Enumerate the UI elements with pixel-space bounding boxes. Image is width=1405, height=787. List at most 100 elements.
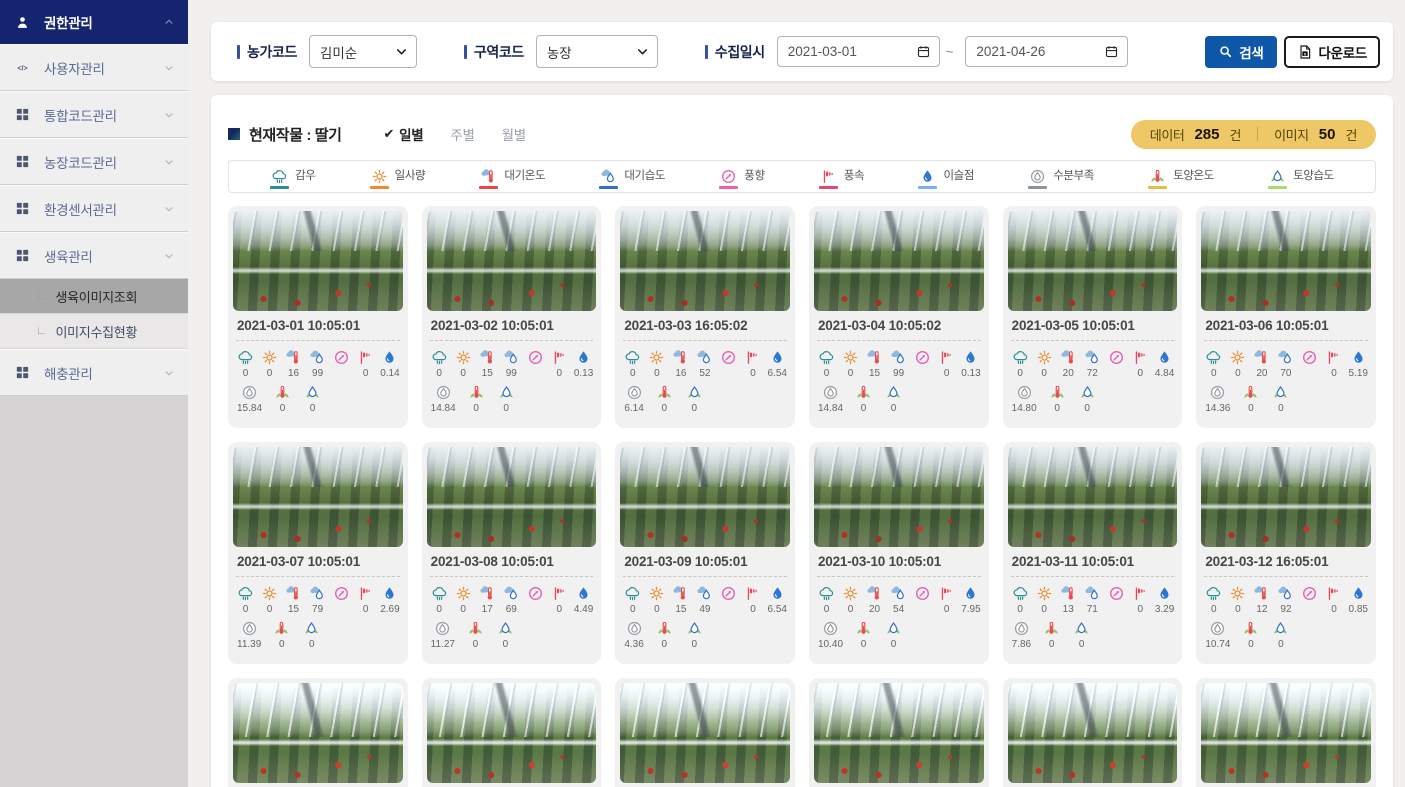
- sensor-dew: 7.95: [961, 585, 980, 615]
- greenhouse-photo[interactable]: [233, 683, 403, 783]
- greenhouse-photo[interactable]: [427, 211, 597, 311]
- legend-airtemp: 대기온도: [479, 165, 545, 189]
- airtemp-icon: [866, 585, 883, 602]
- card-divider: [817, 340, 981, 341]
- image-card: 2021-03-12 16:05:01 0 0 12 92 0 0.85 10.…: [1196, 442, 1376, 664]
- sensor-value: 49: [699, 604, 710, 615]
- sidebar-subitem-growth-image-search[interactable]: ∟ 생육이미지조회: [0, 279, 188, 314]
- sidebar-item-label: 생육관리: [44, 246, 162, 266]
- date-to-input[interactable]: 2021-04-26: [965, 36, 1128, 67]
- greenhouse-photo[interactable]: [1201, 447, 1371, 547]
- card-divider: [236, 340, 400, 341]
- moisture-icon: [241, 384, 258, 401]
- sensor-value: 0: [473, 403, 479, 414]
- sensor-value: 6.14: [624, 403, 643, 414]
- sensor-soiltemp: 0: [1241, 620, 1260, 650]
- date-to-value: 2021-04-26: [976, 44, 1104, 59]
- rain-icon: [431, 349, 448, 366]
- calendar-icon[interactable]: [1104, 44, 1119, 59]
- sidebar-item-user-management[interactable]: 사용자관리: [0, 44, 188, 91]
- legend-label: 수분부족: [1053, 167, 1094, 183]
- soiltemp-icon: [468, 384, 485, 401]
- sensor-value: 0: [630, 604, 636, 615]
- soiltemp-icon: [855, 384, 872, 401]
- greenhouse-photo[interactable]: [233, 447, 403, 547]
- moisture-icon: [1029, 168, 1046, 185]
- greenhouse-photo[interactable]: [1008, 447, 1178, 547]
- rain-icon: [431, 585, 448, 602]
- farm-code-select[interactable]: 김미순: [309, 35, 417, 68]
- moisture-icon: [1013, 620, 1030, 637]
- solar-icon: [1036, 349, 1053, 366]
- collect-date-label: 수집일시: [705, 42, 765, 62]
- winddir-icon: [720, 349, 737, 366]
- sensor-windspd: 0: [550, 349, 569, 379]
- capture-timestamp: 2021-03-09 10:05:01: [620, 547, 790, 576]
- download-button[interactable]: 다운로드: [1284, 36, 1380, 68]
- sensor-winddir: [526, 585, 545, 615]
- sensor-value: 0: [436, 604, 442, 615]
- greenhouse-photo[interactable]: [1008, 683, 1178, 783]
- date-range-separator: ~: [946, 44, 954, 59]
- dew-icon: [962, 349, 979, 366]
- sidebar-item-label: 사용자관리: [44, 58, 162, 78]
- greenhouse-photo[interactable]: [233, 211, 403, 311]
- sidebar-subitem-image-collection-status[interactable]: ∟ 이미지수집현황: [0, 314, 188, 349]
- sensor-rain: 0: [623, 349, 642, 379]
- soilhum-icon: [498, 384, 515, 401]
- card-divider: [623, 340, 787, 341]
- legend-label: 토양온도: [1173, 167, 1214, 183]
- airtemp-icon: [1253, 585, 1270, 602]
- greenhouse-photo[interactable]: [1201, 683, 1371, 783]
- greenhouse-photo[interactable]: [620, 683, 790, 783]
- sensor-moisture: 14.84: [431, 384, 456, 414]
- greenhouse-photo[interactable]: [427, 683, 597, 783]
- tab-monthly[interactable]: 월별: [502, 124, 526, 144]
- search-button[interactable]: 검색: [1205, 36, 1276, 68]
- windspd-icon: [1325, 585, 1342, 602]
- sensor-value: 54: [893, 604, 904, 615]
- tab-daily[interactable]: ✔ 일별: [384, 124, 424, 144]
- sensor-soilhum: 0: [1271, 620, 1290, 650]
- soilhum-icon: [1079, 384, 1096, 401]
- windspd-icon: [357, 585, 374, 602]
- greenhouse-photo[interactable]: [620, 211, 790, 311]
- greenhouse-photo[interactable]: [814, 447, 984, 547]
- greenhouse-photo[interactable]: [1008, 211, 1178, 311]
- greenhouse-photo[interactable]: [814, 211, 984, 311]
- sidebar-item-pest-management[interactable]: 해충관리: [0, 349, 188, 396]
- sidebar-item-growth-management[interactable]: 생육관리: [0, 232, 188, 279]
- moisture-icon: [434, 620, 451, 637]
- date-from-input[interactable]: 2021-03-01: [777, 36, 940, 67]
- greenhouse-photo[interactable]: [1201, 211, 1371, 311]
- sensor-windspd: 0: [1324, 585, 1343, 615]
- sensor-soiltemp: 0: [272, 620, 291, 650]
- sidebar-item-integrated-code-management[interactable]: 통합코드관리: [0, 91, 188, 138]
- solar-icon: [455, 349, 472, 366]
- chevron-up-icon: [162, 15, 176, 29]
- sidebar-item-env-sensor-management[interactable]: 환경센서관리: [0, 185, 188, 232]
- zone-code-select[interactable]: 농장: [536, 35, 658, 68]
- sidebar-item-farm-code-management[interactable]: 농장코드관리: [0, 138, 188, 185]
- legend-color-bar: [918, 186, 937, 189]
- sidebar-subitem-label: 생육이미지조회: [55, 287, 137, 306]
- sensor-winddir: [1300, 585, 1319, 615]
- soiltemp-icon: [1043, 620, 1060, 637]
- airhum-icon: [1277, 585, 1294, 602]
- capture-timestamp: 2021-03-03 16:05:02: [620, 311, 790, 340]
- grid-icon: [14, 364, 44, 381]
- calendar-icon[interactable]: [916, 44, 931, 59]
- tab-weekly[interactable]: 주별: [450, 124, 474, 144]
- sensor-value: 0: [1017, 368, 1023, 379]
- sensor-dew: 4.49: [574, 585, 593, 615]
- sidebar-item-permission-management[interactable]: 권한관리: [0, 0, 188, 44]
- sensor-value: 17: [482, 604, 493, 615]
- greenhouse-photo[interactable]: [814, 683, 984, 783]
- greenhouse-photo[interactable]: [427, 447, 597, 547]
- greenhouse-photo[interactable]: [620, 447, 790, 547]
- moisture-icon: [1209, 384, 1226, 401]
- airhum-icon: [309, 349, 326, 366]
- dew-icon: [1350, 349, 1367, 366]
- sensor-value: 13: [1063, 604, 1074, 615]
- card-divider: [817, 576, 981, 577]
